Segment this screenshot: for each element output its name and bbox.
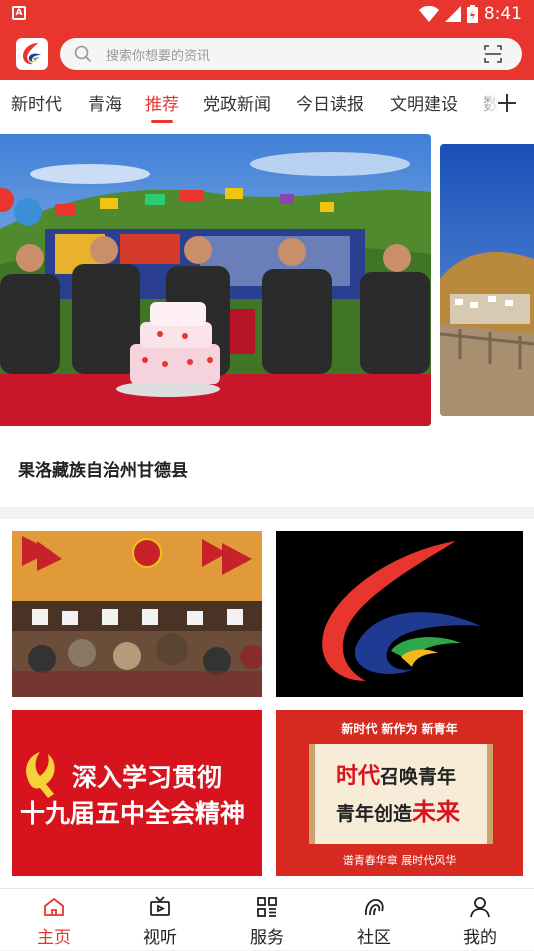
banner-slide-image[interactable]: [0, 134, 431, 426]
tile-youth-line2-b: 未来: [412, 798, 461, 826]
tile-youth-line1: 时代召唤青年: [336, 758, 456, 790]
status-time: 8:41: [483, 4, 522, 24]
battery-icon: [466, 5, 478, 23]
content-grid: 深入学习贯彻 十九届五中全会精神 新时代 新作为 新青年 时代召唤青年 青年创造…: [0, 519, 534, 888]
tile-youth-line2: 青年创造未来: [336, 792, 460, 827]
nav-mine[interactable]: 我的: [440, 889, 520, 951]
nav-media-label: 视听: [143, 928, 177, 948]
tab-xinshidai[interactable]: 新时代: [11, 90, 62, 115]
nav-community[interactable]: 社区: [334, 889, 414, 951]
status-bar: A 8:41: [0, 0, 534, 28]
channel-tabs: 新时代 青海 推荐 党政新闻 今日读报 文明建设 数: [0, 80, 534, 126]
search-bar[interactable]: 搜索你想要的资讯: [60, 38, 522, 70]
banner-next-slide-image[interactable]: [440, 144, 534, 416]
tile-study-banner[interactable]: 深入学习贯彻 十九届五中全会精神: [12, 710, 262, 876]
tile-logo-image[interactable]: [276, 531, 523, 697]
search-placeholder: 搜索你想要的资讯: [106, 49, 211, 64]
community-icon: [365, 899, 384, 916]
bottom-nav: 主页 视听 服务 社区 我的: [0, 888, 534, 950]
search-icon: [74, 45, 92, 63]
tile-youth-bottom: 谱青春华章 展时代风华: [342, 854, 457, 867]
nav-services-label: 服务: [250, 928, 284, 948]
home-icon: [44, 897, 64, 916]
nav-home-label: 主页: [37, 928, 71, 948]
tab-party-news[interactable]: 党政新闻: [203, 90, 271, 115]
tab-civilization[interactable]: 文明建设: [390, 90, 458, 115]
tab-recommend[interactable]: 推荐: [145, 90, 179, 115]
active-tab-indicator: [151, 120, 173, 123]
tab-today-paper[interactable]: 今日读报: [296, 90, 364, 115]
signal-icon: [444, 6, 461, 22]
tab-qinghai[interactable]: 青海: [88, 90, 122, 115]
banner-carousel: 果洛藏族自治州甘德县: [0, 126, 534, 507]
tile-study-line2: 十九届五中全会精神: [20, 799, 246, 828]
nav-media[interactable]: 视听: [120, 889, 200, 951]
tile-study-line1: 深入学习贯彻: [72, 763, 223, 792]
user-icon: [470, 897, 490, 918]
wifi-icon: [418, 6, 439, 22]
tile-youth-top: 新时代 新作为 新青年: [341, 722, 458, 736]
add-channel-icon[interactable]: [497, 93, 517, 113]
status-icons: 8:41: [418, 3, 522, 25]
tile-youth-line2-a: 青年创造: [336, 803, 413, 825]
tile-youth-line1-b: 召唤青年: [380, 766, 457, 788]
app-logo[interactable]: [16, 38, 48, 70]
tile-meeting-photo[interactable]: [12, 531, 262, 697]
scan-icon[interactable]: [484, 45, 502, 63]
tile-youth-banner[interactable]: 新时代 新作为 新青年 时代召唤青年 青年创造未来 谱青春华章 展时代风华: [276, 710, 523, 876]
top-header: 搜索你想要的资讯: [0, 28, 534, 80]
tv-icon: [150, 896, 170, 916]
grid-icon: [257, 897, 277, 917]
banner-caption[interactable]: 果洛藏族自治州甘德县: [18, 456, 188, 481]
nav-home[interactable]: 主页: [14, 889, 94, 951]
nav-community-label: 社区: [357, 928, 391, 948]
nav-mine-label: 我的: [463, 928, 497, 948]
tile-youth-line1-a: 时代: [336, 764, 381, 789]
nav-services[interactable]: 服务: [227, 889, 307, 951]
app-notification-icon: A: [12, 6, 26, 20]
